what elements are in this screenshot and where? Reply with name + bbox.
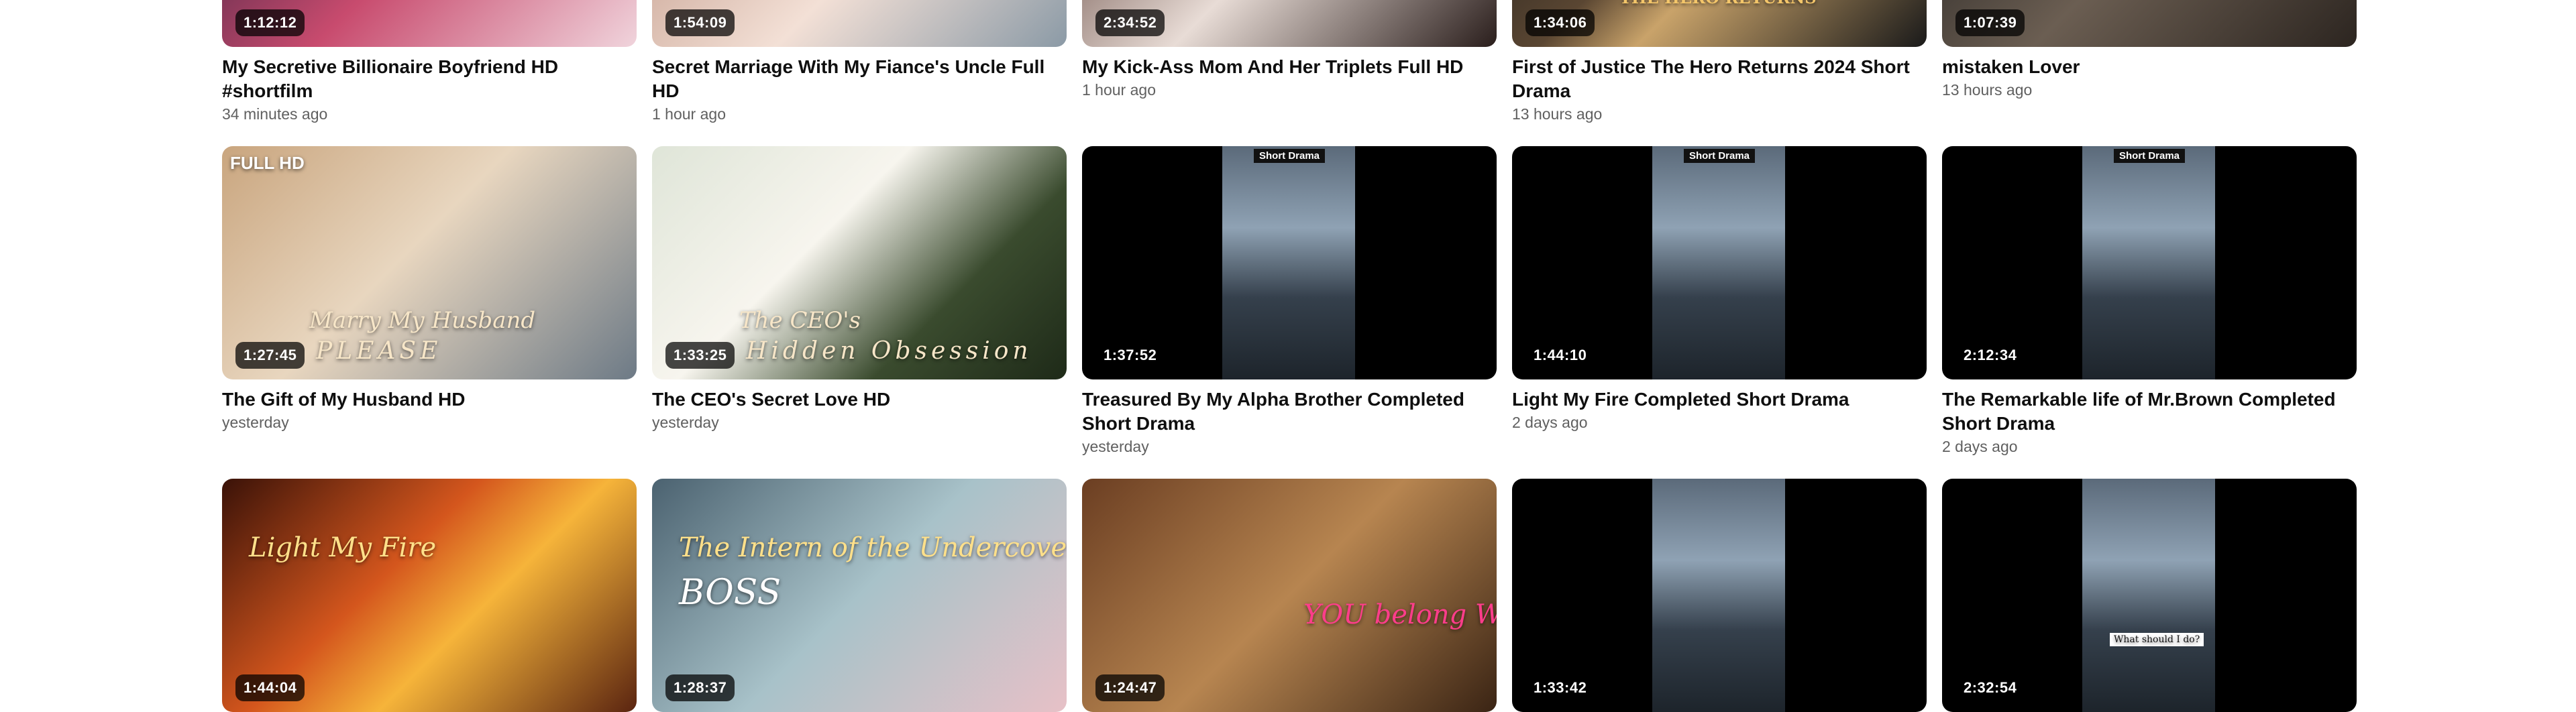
thumbnail-image — [2082, 479, 2215, 712]
video-upload-time: 1 hour ago — [1082, 81, 1156, 99]
video-title[interactable]: Treasured By My Alpha Brother Completed … — [1082, 388, 1485, 436]
thumbnail-title-art: What should I do? — [2110, 633, 2204, 646]
video-title[interactable]: mistaken Lover — [1942, 55, 2345, 79]
duration-badge: 2:34:52 — [1095, 9, 1165, 36]
thumbnail-title-art: The Intern of the Undercover — [679, 532, 1067, 563]
full-hd-badge: FULL HD — [230, 153, 305, 173]
duration-badge: 1:24:47 — [1095, 674, 1165, 701]
thumbnail-title-art: The CEO's — [739, 307, 861, 334]
duration-badge: 1:28:37 — [665, 674, 735, 701]
video-title[interactable]: First of Justice The Hero Returns 2024 S… — [1512, 55, 1915, 103]
thumbnail-title-art: BOSS — [679, 573, 782, 613]
duration-badge: 1:27:45 — [235, 342, 305, 369]
video-upload-time: 2 days ago — [1512, 414, 1588, 431]
short-drama-tag: Short Drama — [1683, 149, 1756, 163]
video-thumbnail[interactable]: 1:12:12 — [222, 0, 637, 47]
duration-badge: 1:54:09 — [665, 9, 735, 36]
video-thumbnail[interactable]: YOU belong WITH ME 1:24:47 — [1082, 479, 1497, 712]
thumbnail-image — [1652, 146, 1785, 379]
video-thumbnail[interactable]: The Intern of the Undercover BOSS 1:28:37 — [652, 479, 1067, 712]
video-upload-time: yesterday — [1082, 438, 1149, 455]
thumbnail-title-art: Light My Fire — [249, 532, 437, 563]
duration-badge: 1:34:06 — [1525, 9, 1595, 36]
duration-badge: 2:12:34 — [1955, 342, 2025, 369]
video-thumbnail[interactable]: 1:54:09 — [652, 0, 1067, 47]
duration-badge: 1:33:25 — [665, 342, 735, 369]
video-title[interactable]: The CEO's Secret Love HD — [652, 388, 1055, 412]
duration-badge: 1:37:52 — [1095, 342, 1165, 369]
video-thumbnail[interactable]: Short Drama 2:12:34 — [1942, 146, 2357, 379]
video-thumbnail[interactable]: What should I do? 2:32:54 — [1942, 479, 2357, 712]
video-grid: 1:12:12 My Secretive Billionaire Boyfrien… — [222, 0, 2357, 712]
thumbnail-title-art: YOU belong WITH ME — [1303, 599, 1497, 630]
video-thumbnail[interactable]: FULL HD Marry My Husband PLEASE 1:27:45 — [222, 146, 637, 379]
video-thumbnail[interactable]: 1:33:42 — [1512, 479, 1927, 712]
video-thumbnail[interactable]: 2:34:52 — [1082, 0, 1497, 47]
video-thumbnail[interactable]: Light My Fire 1:44:04 — [222, 479, 637, 712]
video-title[interactable]: The Gift of My Husband HD — [222, 388, 625, 412]
video-thumbnail[interactable]: The CEO's Hidden Obsession 1:33:25 — [652, 146, 1067, 379]
video-upload-time: yesterday — [652, 414, 719, 431]
video-title[interactable]: My Kick-Ass Mom And Her Triplets Full HD — [1082, 55, 1485, 79]
video-upload-time: 13 hours ago — [1942, 81, 2033, 99]
video-title[interactable]: The Remarkable life of Mr.Brown Complete… — [1942, 388, 2345, 436]
duration-badge: 1:07:39 — [1955, 9, 2025, 36]
duration-badge: 1:44:10 — [1525, 342, 1595, 369]
video-thumbnail[interactable]: Short Drama 1:37:52 — [1082, 146, 1497, 379]
video-upload-time: 1 hour ago — [652, 105, 726, 123]
thumbnail-image — [1222, 146, 1355, 379]
duration-badge: 1:12:12 — [235, 9, 305, 36]
thumbnail-image — [2082, 146, 2215, 379]
video-thumbnail[interactable]: 1:07:39 — [1942, 0, 2357, 47]
duration-badge: 2:32:54 — [1955, 674, 2025, 701]
video-title[interactable]: Light My Fire Completed Short Drama — [1512, 388, 1915, 412]
video-thumbnail[interactable]: THE HERO RETURNS 1:34:06 — [1512, 0, 1927, 47]
thumbnail-title-art: PLEASE — [316, 337, 442, 365]
video-upload-time: 34 minutes ago — [222, 105, 328, 123]
video-upload-time: 13 hours ago — [1512, 105, 1603, 123]
short-drama-tag: Short Drama — [1253, 149, 1326, 163]
video-title[interactable]: Secret Marriage With My Fiance's Uncle F… — [652, 55, 1055, 103]
duration-badge: 1:33:42 — [1525, 674, 1595, 701]
thumbnail-title-art: Marry My Husband — [309, 307, 536, 334]
duration-badge: 1:44:04 — [235, 674, 305, 701]
video-upload-time: yesterday — [222, 414, 289, 431]
short-drama-tag: Short Drama — [2113, 149, 2186, 163]
thumbnail-title-art: THE HERO RETURNS — [1619, 0, 1817, 7]
thumbnail-title-art: Hidden Obsession — [746, 337, 1032, 365]
video-thumbnail[interactable]: Short Drama 1:44:10 — [1512, 146, 1927, 379]
thumbnail-image — [1652, 479, 1785, 712]
video-title[interactable]: My Secretive Billionaire Boyfriend HD #s… — [222, 55, 625, 103]
video-upload-time: 2 days ago — [1942, 438, 2018, 455]
